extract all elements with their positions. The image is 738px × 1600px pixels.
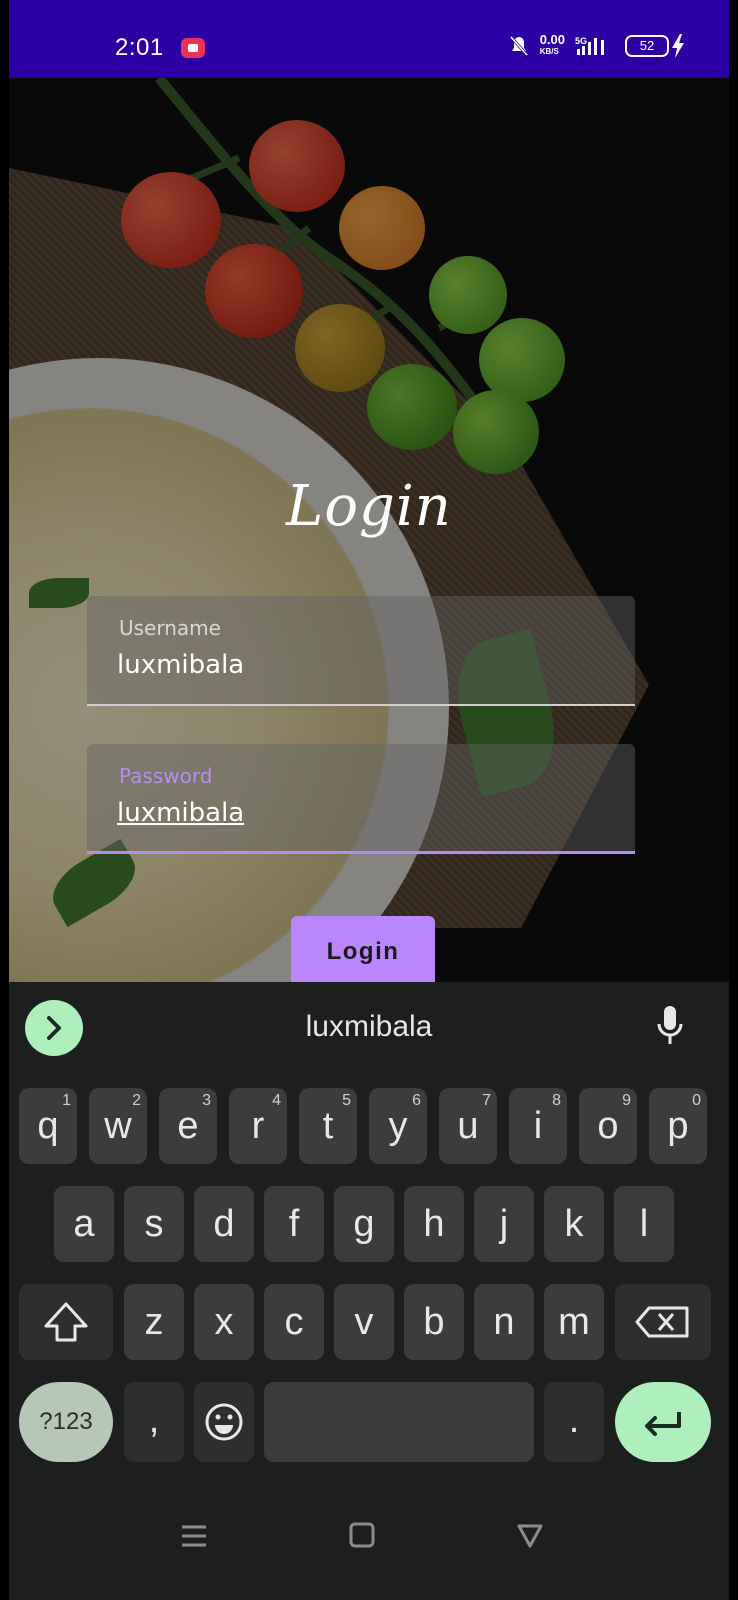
key-label: k [564,1203,584,1245]
key-label: n [493,1301,515,1343]
key-i[interactable]: 8i [509,1088,567,1164]
key-label: e [177,1105,199,1147]
emoji-key[interactable] [194,1382,254,1462]
space-key[interactable] [264,1382,534,1462]
key-x[interactable]: x [194,1284,254,1360]
status-bar: 2:01 0.00 KB/S 5G 52 [9,0,729,78]
status-time: 2:01 [115,34,164,61]
shift-arrow-icon [44,1302,88,1342]
word-suggestion[interactable]: luxmibala [9,1010,729,1044]
key-l[interactable]: l [614,1186,674,1262]
key-label: u [457,1105,479,1147]
key-label: p [667,1105,689,1147]
key-c[interactable]: c [264,1284,324,1360]
key-label: c [284,1301,304,1343]
key-label: s [144,1203,164,1245]
enter-arrow-icon [645,1412,681,1436]
key-s[interactable]: s [124,1186,184,1262]
page-title: Login [286,474,452,539]
suggestion-bar: luxmibala [9,982,729,1078]
key-label: y [388,1105,408,1147]
key-u[interactable]: 7u [439,1088,497,1164]
period-label: . [568,1399,580,1441]
key-z[interactable]: z [124,1284,184,1360]
key-v[interactable]: v [334,1284,394,1360]
key-h[interactable]: h [404,1186,464,1262]
key-label: v [354,1301,374,1343]
symbols-label: ?123 [39,1408,93,1435]
key-label: q [37,1105,59,1147]
key-label: d [213,1203,235,1245]
key-g[interactable]: g [334,1186,394,1262]
shift-key[interactable] [19,1284,113,1360]
key-y[interactable]: 6y [369,1088,427,1164]
key-k[interactable]: k [544,1186,604,1262]
mute-bell-icon [509,36,528,56]
key-m[interactable]: m [544,1284,604,1360]
charging-bolt-icon [672,34,684,58]
microphone-icon[interactable] [655,1004,685,1050]
back-icon[interactable] [515,1520,545,1550]
status-indicators: 0.00 KB/S 5G 52 [508,32,669,58]
key-label: m [558,1301,590,1343]
net-speed-value: 0.00 [539,32,565,47]
symbols-key[interactable]: ?123 [19,1382,113,1462]
key-label: w [104,1105,132,1147]
screen-record-icon [181,38,205,58]
enter-key[interactable] [615,1382,711,1462]
username-label: Username [119,616,221,640]
key-label: a [73,1203,95,1245]
key-label: b [423,1301,445,1343]
key-label: z [144,1301,164,1343]
home-icon[interactable] [347,1520,377,1550]
key-label: r [251,1105,265,1147]
password-field[interactable]: Password luxmibala [87,744,635,854]
key-e[interactable]: 3e [159,1088,217,1164]
period-key[interactable]: . [544,1382,604,1462]
key-t[interactable]: 5t [299,1088,357,1164]
key-label: x [214,1301,234,1343]
key-a[interactable]: a [54,1186,114,1262]
menu-icon[interactable] [179,1522,209,1550]
key-f[interactable]: f [264,1186,324,1262]
signal-label: 5G [575,36,587,46]
key-d[interactable]: d [194,1186,254,1262]
net-speed-unit: KB/S [539,47,559,56]
app-screen: 2:01 0.00 KB/S 5G 52 Login Username luxm… [9,0,729,1600]
password-input[interactable]: luxmibala [117,798,244,828]
key-o[interactable]: 9o [579,1088,637,1164]
username-field[interactable]: Username luxmibala [87,596,635,706]
key-p[interactable]: 0p [649,1088,707,1164]
backspace-key[interactable] [615,1284,711,1360]
food-background-image: Login Username luxmibala Password luxmib… [9,78,729,982]
signal-icon: 5G [575,36,604,55]
username-input[interactable]: luxmibala [117,650,244,680]
battery-indicator: 52 [625,35,669,57]
key-label: g [353,1203,375,1245]
net-speed: 0.00 KB/S [539,32,565,58]
comma-label: , [148,1399,160,1441]
key-r[interactable]: 4r [229,1088,287,1164]
key-n[interactable]: n [474,1284,534,1360]
emoji-icon [205,1403,243,1441]
comma-key[interactable]: , [124,1382,184,1462]
password-label: Password [119,764,213,788]
login-button[interactable]: Login [291,916,435,982]
navigation-bar [9,1478,729,1600]
key-label: t [322,1105,334,1147]
key-label: o [597,1105,619,1147]
key-label: i [533,1105,543,1147]
key-q[interactable]: 1q [19,1088,77,1164]
key-b[interactable]: b [404,1284,464,1360]
backspace-icon [635,1306,689,1338]
key-label: h [423,1203,445,1245]
key-w[interactable]: 2w [89,1088,147,1164]
key-label: f [288,1203,300,1245]
key-j[interactable]: j [474,1186,534,1262]
key-label: j [499,1203,509,1245]
key-label: l [639,1203,649,1245]
